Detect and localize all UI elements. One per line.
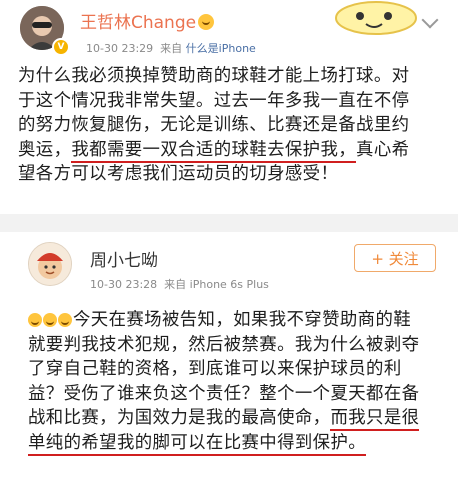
more-chevron-icon[interactable]	[421, 11, 439, 29]
post-segment: 奥运，	[18, 139, 72, 160]
post-line: 战和比赛，为国效力是我的最高使命，而我只是很	[28, 406, 420, 431]
post-line: 奥运，我都需要一双合适的球鞋去保护我，真心希	[18, 138, 409, 163]
post-text: 今天在赛场被告知，如果我不穿赞助商的鞋 就要判我技术犯规，然后被禁赛。我为什么被…	[28, 308, 420, 456]
user-name-text[interactable]: 王哲林Change	[80, 13, 196, 33]
weibo-post-card-2: 周小七呦 10-30 23:28 来自 iPhone 6s Plus + 关注 …	[0, 232, 458, 498]
post-segment: 战和比赛，为国效力是我的最高使命，	[28, 408, 331, 428]
laughing-emoji-icon	[28, 310, 73, 335]
post-segment: 今天在赛场被告知，如果我不穿赞助商的鞋	[73, 310, 412, 330]
post-line: 今天在赛场被告知，如果我不穿赞助商的鞋	[28, 308, 419, 333]
avatar[interactable]	[28, 242, 72, 286]
emoji-badge	[198, 14, 215, 30]
user-name[interactable]: 周小七呦	[90, 246, 158, 271]
user-name[interactable]: 王哲林Change	[80, 8, 215, 33]
source-device[interactable]: 什么是iPhone	[186, 42, 256, 55]
post-line: 了穿自己鞋的资格，到底谁可以来保护球员的利	[28, 359, 402, 379]
verified-badge: V	[52, 38, 70, 56]
post-line: 为什么我必须换掉赞助商的球鞋才能上场打球。对	[18, 66, 410, 86]
sticker	[335, 1, 417, 35]
source-prefix: 来自	[160, 42, 183, 55]
highlighted-text: 我都需要一双合适的球鞋去保护我，	[71, 139, 357, 163]
post-meta: 10-30 23:29 来自 什么是iPhone	[86, 40, 256, 56]
avatar-cartoon	[29, 243, 71, 285]
post-segment: 真心希	[356, 139, 410, 160]
follow-button[interactable]: + 关注	[354, 244, 436, 272]
source-prefix: 来自	[164, 278, 187, 291]
post-line: 的努力恢复腿伤，无论是训练、比赛还是备战里约	[18, 115, 410, 135]
highlighted-text: 而我只是很	[330, 408, 420, 431]
weibo-post-card-1: V 王哲林Change 10-30 23:29 来自 什么是iPhone 为什么…	[0, 0, 458, 214]
timestamp: 10-30 23:28	[90, 278, 158, 291]
post-line: 就要判我技术犯规，然后被禁赛。我为什么被剥夺	[28, 334, 420, 355]
post-line: 望各方可以考虑我们运动员的切身感受！	[18, 164, 339, 184]
post-line: 于这个情况我非常失望。过去一年多我一直在不停	[18, 90, 410, 111]
post-text: 为什么我必须换掉赞助商的球鞋才能上场打球。对 于这个情况我非常失望。过去一年多我…	[18, 64, 409, 187]
highlighted-text: 单纯的希望我的脚可以在比赛中得到保护。	[28, 432, 367, 456]
post-line: 单纯的希望我的脚可以在比赛中得到保护。	[28, 431, 419, 456]
timestamp: 10-30 23:29	[86, 42, 154, 55]
post-meta: 10-30 23:28 来自 iPhone 6s Plus	[90, 276, 269, 292]
source-device: iPhone 6s Plus	[189, 278, 269, 291]
post-line: 益？受伤了谁来负这个责任？整个一个夏天都在备	[28, 383, 420, 404]
